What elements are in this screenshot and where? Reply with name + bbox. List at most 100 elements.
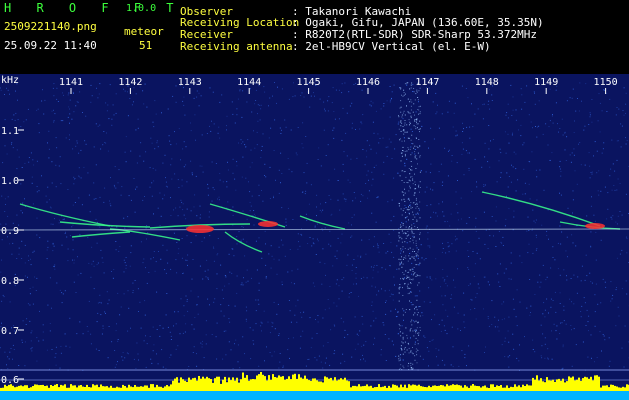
noise-dot	[123, 293, 125, 295]
noise-dot	[558, 131, 559, 133]
noise-dot	[623, 87, 625, 89]
noise-dot	[236, 114, 238, 116]
noise-dot	[569, 97, 571, 99]
noise-dot	[591, 173, 593, 175]
noise-dot	[377, 196, 379, 198]
noise-dot	[484, 352, 485, 353]
noise-dot	[625, 112, 626, 114]
noise-dot	[246, 101, 248, 103]
noise-dot	[388, 289, 390, 291]
noise-dot	[589, 272, 591, 274]
noise-dot	[287, 349, 289, 351]
level-bar	[516, 386, 518, 391]
noise-dot	[274, 82, 275, 83]
noise-dot	[377, 271, 379, 273]
level-bar	[596, 375, 598, 391]
noise-dot	[197, 296, 199, 298]
noise-dot	[489, 284, 490, 286]
noise-dot	[228, 341, 230, 343]
level-bar	[174, 378, 176, 391]
noise-dot	[345, 200, 347, 202]
noise-dot	[399, 107, 401, 109]
noise-dot	[217, 132, 219, 134]
noise-dot	[173, 232, 175, 234]
noise-dot	[73, 111, 75, 113]
noise-dot	[262, 200, 264, 202]
time-tick-label: 1143	[178, 77, 202, 88]
noise-dot	[239, 90, 241, 92]
noise-dot	[511, 115, 513, 116]
noise-dot	[215, 336, 217, 338]
level-bar	[608, 387, 610, 391]
level-bar	[304, 375, 306, 391]
noise-dot	[154, 148, 156, 150]
noise-dot	[6, 87, 7, 89]
noise-dot	[400, 236, 402, 238]
level-bar	[526, 384, 528, 391]
noise-dot	[415, 264, 417, 266]
noise-dot	[504, 340, 506, 342]
level-bar	[454, 384, 456, 391]
noise-dot	[407, 98, 409, 100]
noise-dot	[412, 368, 414, 370]
noise-dot	[322, 345, 324, 347]
noise-dot	[412, 143, 414, 145]
noise-dot	[193, 206, 195, 208]
noise-dot	[409, 112, 411, 114]
noise-dot	[245, 146, 247, 148]
noise-dot	[408, 179, 410, 181]
noise-dot	[239, 89, 241, 90]
noise-dot	[135, 129, 137, 131]
noise-dot	[498, 281, 500, 283]
noise-dot	[133, 178, 135, 179]
noise-dot	[261, 257, 263, 259]
noise-dot	[324, 108, 325, 110]
noise-dot	[532, 209, 534, 211]
noise-dot	[409, 330, 411, 332]
level-bar	[74, 385, 76, 391]
noise-dot	[270, 267, 272, 269]
noise-dot	[402, 295, 404, 296]
noise-dot	[339, 209, 341, 211]
noise-dot	[183, 166, 185, 168]
level-bar	[302, 378, 304, 391]
noise-dot	[411, 152, 413, 154]
noise-dot	[329, 364, 331, 366]
noise-dot	[139, 301, 141, 303]
level-bar	[212, 382, 214, 391]
noise-dot	[591, 99, 593, 100]
noise-dot	[21, 339, 23, 341]
noise-dot	[415, 93, 417, 95]
noise-dot	[460, 218, 462, 220]
noise-dot	[488, 148, 490, 150]
noise-dot	[270, 245, 272, 247]
level-bar	[82, 386, 84, 391]
noise-dot	[594, 361, 595, 363]
noise-dot	[322, 230, 324, 232]
noise-dot	[412, 353, 414, 355]
noise-dot	[128, 307, 130, 309]
noise-dot	[281, 281, 283, 283]
noise-dot	[398, 300, 400, 302]
noise-dot	[153, 251, 155, 252]
noise-dot	[512, 333, 514, 335]
noise-dot	[353, 214, 355, 216]
noise-dot	[346, 155, 348, 157]
noise-dot	[232, 113, 234, 115]
level-bar	[86, 384, 88, 391]
noise-dot	[328, 243, 330, 245]
noise-dot	[417, 109, 419, 110]
level-bar	[414, 384, 416, 391]
noise-dot	[540, 355, 542, 357]
noise-dot	[421, 125, 423, 127]
noise-dot	[22, 320, 24, 322]
noise-dot	[347, 254, 349, 256]
level-bar	[580, 380, 582, 391]
noise-dot	[391, 199, 393, 201]
noise-dot	[127, 330, 129, 332]
noise-dot	[64, 333, 66, 335]
noise-dot	[494, 326, 496, 328]
noise-dot	[623, 114, 625, 116]
noise-dot	[406, 337, 408, 339]
noise-dot	[448, 245, 450, 247]
